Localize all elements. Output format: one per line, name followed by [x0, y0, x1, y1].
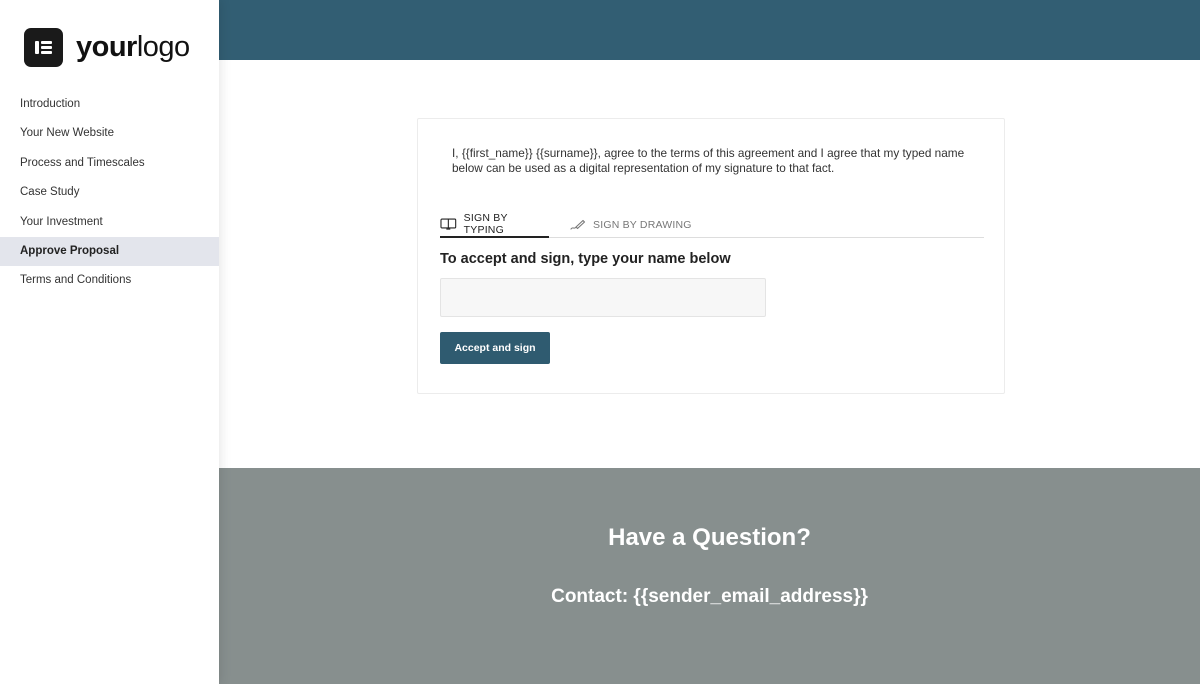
sidebar-item-terms-and-conditions[interactable]: Terms and Conditions — [0, 266, 219, 295]
sidebar-item-approve-proposal[interactable]: Approve Proposal — [0, 236, 219, 267]
sidebar-item-your-investment[interactable]: Your Investment — [0, 208, 219, 237]
footer: Have a Question? Contact: {{sender_email… — [219, 468, 1200, 684]
agreement-text: I, {{first_name}} {{surname}}, agree to … — [452, 146, 965, 175]
keyboard-icon — [440, 218, 457, 230]
sidebar-nav: Introduction Your New Website Process an… — [0, 90, 219, 296]
footer-contact: Contact: {{sender_email_address}} — [551, 586, 868, 607]
accept-and-sign-button[interactable]: Accept and sign — [440, 332, 550, 364]
footer-title: Have a Question? — [608, 524, 811, 551]
tab-sign-by-drawing-label: SIGN BY DRAWING — [593, 218, 692, 231]
tab-sign-by-typing[interactable]: SIGN BY TYPING — [440, 211, 549, 238]
signature-card: I, {{first_name}} {{surname}}, agree to … — [417, 118, 1005, 394]
logo[interactable]: yourlogo — [24, 28, 190, 67]
sign-instruction: To accept and sign, type your name below — [440, 251, 731, 267]
sidebar-item-case-study[interactable]: Case Study — [0, 178, 219, 207]
tab-sign-by-drawing[interactable]: SIGN BY DRAWING — [570, 211, 692, 238]
sidebar: yourlogo Introduction Your New Website P… — [0, 0, 219, 684]
tab-sign-by-typing-label: SIGN BY TYPING — [463, 211, 508, 236]
header-banner — [219, 0, 1200, 60]
pen-icon — [570, 219, 586, 230]
logo-text: yourlogo — [76, 31, 190, 63]
sidebar-item-introduction[interactable]: Introduction — [0, 90, 219, 119]
logo-mark-icon — [24, 28, 63, 67]
sidebar-item-your-new-website[interactable]: Your New Website — [0, 119, 219, 148]
sidebar-item-process-and-timescales[interactable]: Process and Timescales — [0, 149, 219, 178]
typed-name-input[interactable] — [440, 278, 766, 317]
signature-tabs: SIGN BY TYPING SIGN BY DRAWING — [440, 211, 984, 238]
